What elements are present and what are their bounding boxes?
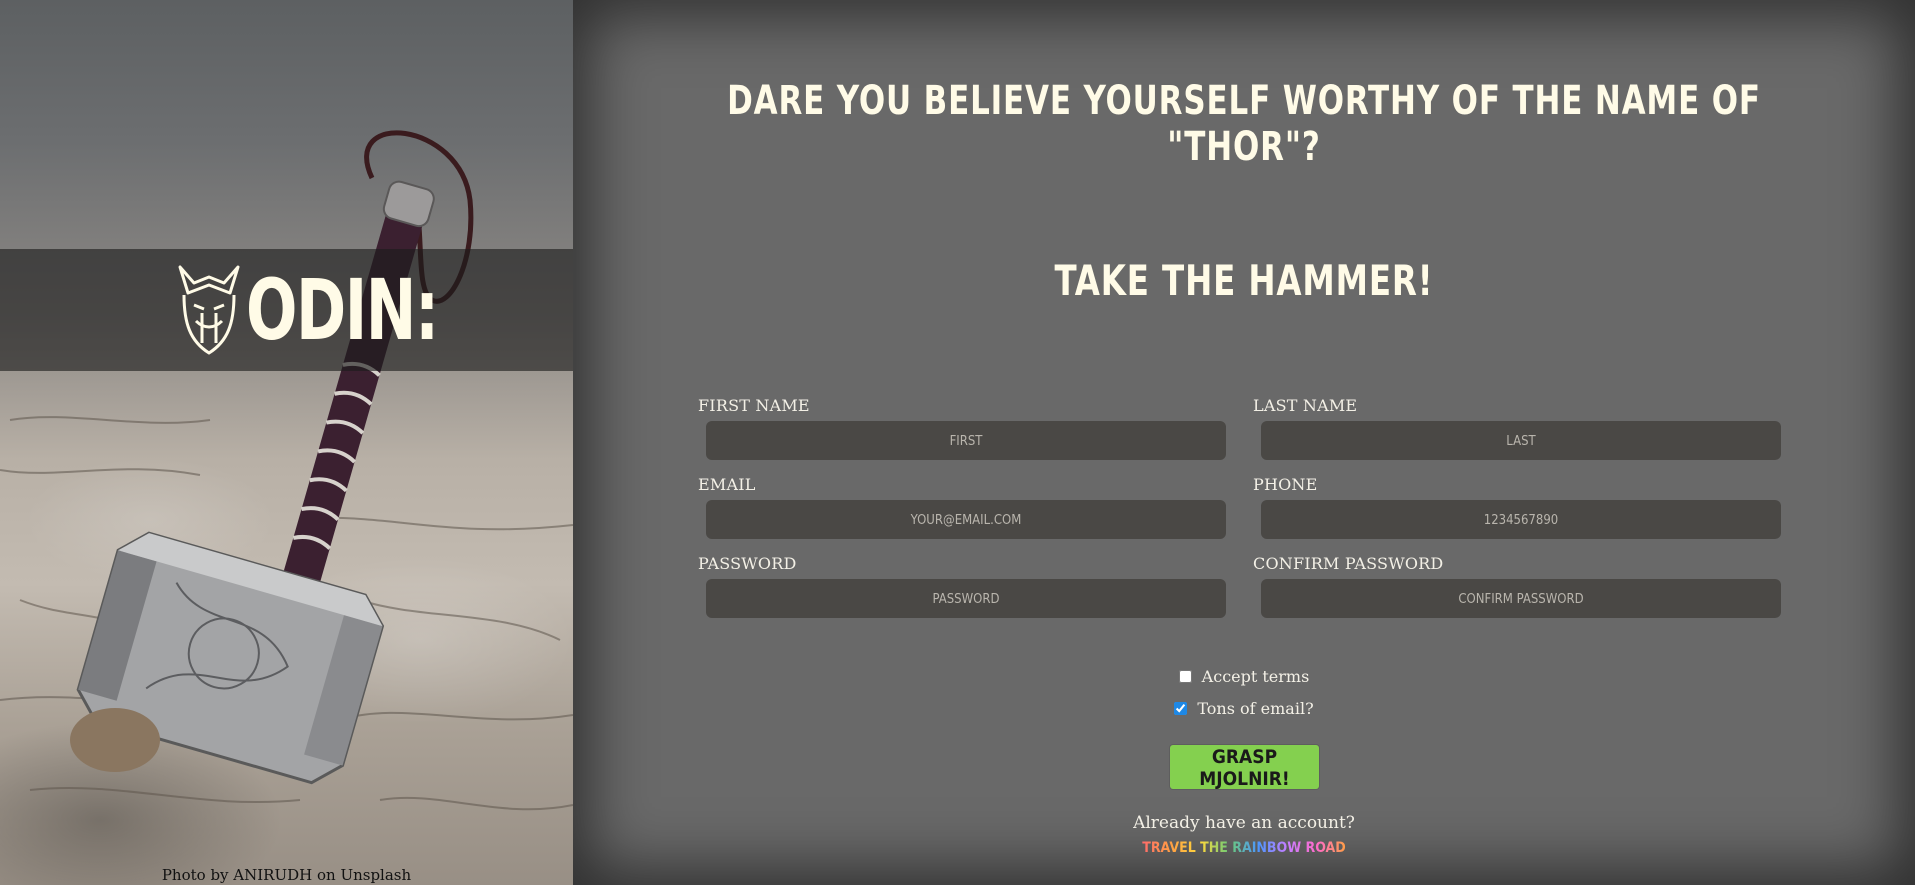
email-group: EMAIL [698,476,1253,539]
accept-terms-row[interactable]: Accept terms [573,660,1915,692]
phone-label: PHONE [1253,475,1318,494]
email-label: EMAIL [698,475,756,494]
confirm-password-group: CONFIRM PASSWORD [1253,555,1798,618]
login-link[interactable]: Travel the rainbow road [573,840,1915,856]
brand-logo[interactable]: ODIN: [174,262,512,358]
password-group: PASSWORD [698,555,1253,618]
page-headline: Dare you believe yourself worthy of the … [727,78,1761,170]
login-link-label: Travel the rainbow road [1142,840,1346,856]
photo-credit: Photo by ANIRUDH on Unsplash [161,866,412,884]
brand-name: ODIN: [246,261,439,359]
checkbox-group: Accept terms Tons of email? [573,660,1915,724]
hammer-photo [0,130,573,811]
submit-button[interactable]: Grasp Mjolnir! [1170,745,1319,790]
email-optin-checkbox[interactable] [1174,701,1188,715]
password-input[interactable] [706,579,1226,618]
confirm-password-label: CONFIRM PASSWORD [1253,554,1444,573]
first-name-input[interactable] [706,421,1226,460]
last-name-label: LAST NAME [1253,396,1358,415]
signup-form: FIRST NAME LAST NAME EMAIL PHONE PASSWOR… [698,397,1798,618]
phone-group: PHONE [1253,476,1798,539]
email-optin-label: Tons of email? [1197,698,1314,718]
last-name-input[interactable] [1261,421,1781,460]
confirm-password-input[interactable] [1261,579,1781,618]
password-label: PASSWORD [698,554,797,573]
accept-terms-checkbox[interactable] [1178,669,1192,683]
signup-panel: Dare you believe yourself worthy of the … [573,0,1915,885]
hero-photo-panel: ODIN: Photo by ANIRUDH on Unsplash [0,0,573,885]
form-title: Take the hammer! [1054,256,1434,305]
viking-helmet-icon [178,265,240,355]
first-name-label: FIRST NAME [698,396,810,415]
accept-terms-label: Accept terms [1201,666,1310,686]
first-name-group: FIRST NAME [698,397,1253,460]
email-input[interactable] [706,500,1226,539]
last-name-group: LAST NAME [1253,397,1798,460]
phone-input[interactable] [1261,500,1781,539]
already-account-text: Already have an account? [1133,813,1355,833]
email-optin-row[interactable]: Tons of email? [573,692,1915,724]
